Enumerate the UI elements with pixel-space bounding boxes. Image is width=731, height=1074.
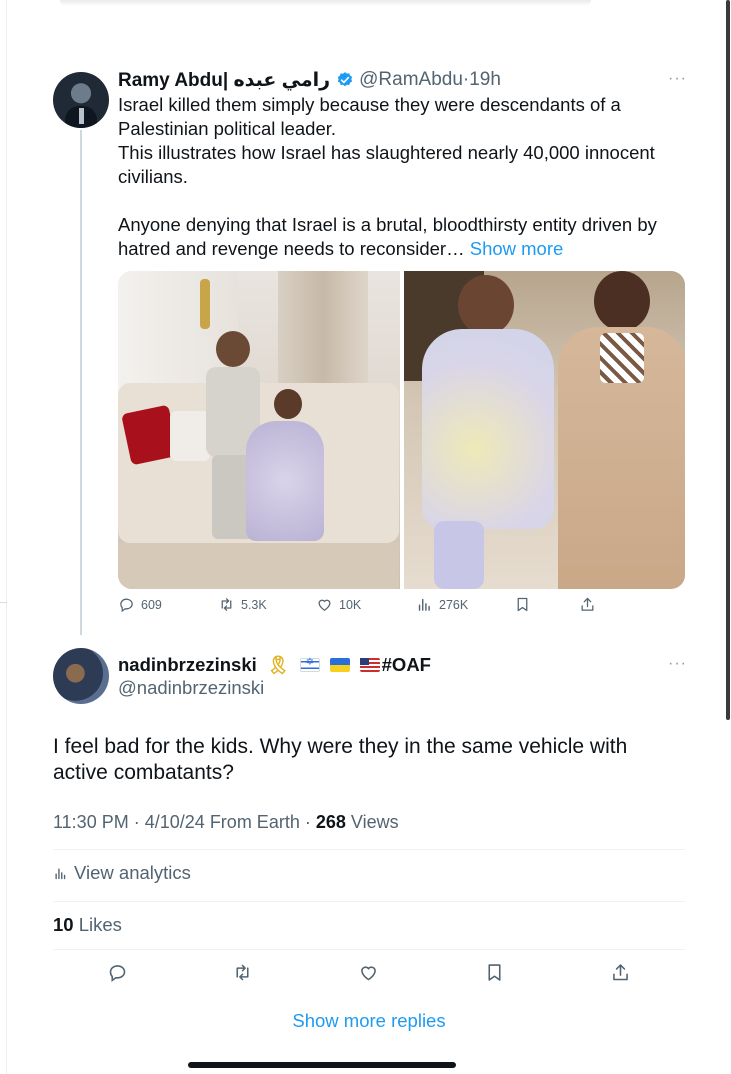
handle[interactable]: @RamAbdu — [359, 69, 463, 91]
bookmark-icon[interactable] — [484, 962, 505, 983]
likes-label: Likes — [78, 914, 122, 935]
photo-girl1-dress — [421, 329, 554, 529]
tweet-source: From Earth — [209, 812, 300, 832]
display-name[interactable]: nadinbrzezinski — [118, 654, 257, 676]
photo-girl1-legs — [433, 521, 484, 589]
tweet-text-line: Israel killed them simply because they w… — [118, 94, 621, 139]
reply-actions — [53, 962, 685, 986]
tweet-actions: 609 5.3K 10K 276K — [118, 596, 598, 620]
views-label: Views — [350, 812, 399, 832]
analytics-icon — [55, 867, 66, 879]
us-flag-icon — [359, 658, 380, 672]
name-suffix: #OAF — [381, 654, 431, 675]
views-icon — [418, 598, 430, 611]
photo-white-pillow — [170, 411, 210, 461]
tweet-text-line: This illustrates how Israel has slaughte… — [118, 142, 655, 187]
like-icon — [318, 599, 331, 611]
previous-card-shadow — [60, 0, 591, 6]
reply-icon — [120, 598, 133, 613]
divider — [53, 949, 685, 950]
timestamp[interactable]: 19h — [469, 69, 501, 91]
repost-count: 5.3K — [241, 597, 267, 612]
tweet-time[interactable]: 11:30 PM — [53, 812, 129, 832]
display-name[interactable]: Ramy Abdu| رامي عبده — [118, 69, 330, 92]
israel-flag-icon — [299, 657, 320, 672]
reply-text: I feel bad for the kids. Why were they i… — [53, 735, 628, 784]
like-icon[interactable] — [358, 962, 379, 983]
verified-badge-icon — [337, 72, 353, 87]
tweet-date[interactable]: 4/10/24 — [145, 812, 205, 832]
photo-girl2-scarf — [599, 333, 644, 383]
photo-children-sofa[interactable] — [118, 271, 400, 589]
share-icon[interactable] — [610, 962, 631, 983]
share-icon — [581, 597, 594, 611]
more-options-icon[interactable]: ··· — [668, 655, 687, 673]
photo-lamp — [200, 279, 210, 329]
reply-author-name: nadinbrzezinski 🎗 #OAF — [118, 654, 431, 676]
tweet-metadata: 11:30 PM · 4/10/24 From Earth · 268 View… — [53, 812, 399, 833]
home-indicator[interactable] — [188, 1062, 456, 1068]
separator-dot: · — [133, 812, 145, 832]
tweet-header: Ramy Abdu| رامي عبده @RamAbdu · 19h — [118, 68, 501, 92]
photo-children-closeup[interactable] — [403, 271, 685, 589]
avatar-tie — [79, 108, 84, 124]
like-button[interactable]: 10K — [316, 596, 361, 613]
likes-summary[interactable]: 10 Likes — [53, 914, 122, 936]
photo-floor — [118, 543, 399, 589]
repost-icon[interactable] — [232, 962, 253, 983]
ukraine-flag-icon — [329, 658, 350, 672]
bookmark-button[interactable] — [514, 596, 531, 613]
views-count: 268 — [315, 812, 346, 832]
column-border — [6, 0, 7, 1074]
reply-count: 609 — [141, 597, 162, 612]
bookmark-icon — [517, 597, 528, 612]
tweet-text-line: Anyone denying that Israel is a brutal, … — [118, 213, 678, 261]
thread-connector-line — [80, 130, 82, 635]
reply-button[interactable]: 609 — [118, 596, 162, 613]
view-analytics-label: View analytics — [74, 862, 191, 883]
tweet-text-paragraph: Anyone denying that Israel is a brutal, … — [118, 214, 657, 259]
view-analytics-button[interactable]: View analytics — [53, 862, 191, 884]
like-count: 10K — [339, 597, 362, 612]
ribbon-icon: 🎗 — [266, 654, 290, 676]
photo-boy-head — [216, 331, 250, 367]
photo-girl2-head — [593, 271, 650, 331]
tweet-text: Israel killed them simply because they w… — [118, 93, 678, 261]
handle[interactable]: @nadinbrzezinski — [118, 677, 264, 699]
views-count: 276K — [439, 597, 469, 612]
views-button[interactable]: 276K — [416, 596, 468, 613]
avatar-nadinbrzezinski[interactable] — [53, 648, 109, 704]
show-more-link[interactable]: Show more — [470, 238, 564, 259]
photo-girl-dress — [246, 421, 324, 541]
photo-girl1-head — [457, 275, 514, 335]
separator-dot: · — [304, 812, 316, 832]
scrollbar[interactable] — [726, 0, 730, 720]
divider-tick — [0, 602, 7, 603]
tweet-media[interactable] — [118, 271, 685, 589]
avatar-ramy-abdu[interactable] — [53, 72, 109, 128]
more-options-icon[interactable]: ··· — [668, 70, 687, 88]
photo-girl-head — [274, 389, 302, 419]
repost-icon — [221, 598, 232, 611]
share-button[interactable] — [579, 596, 596, 613]
likes-count: 10 — [53, 914, 74, 935]
divider — [53, 849, 685, 850]
repost-button[interactable]: 5.3K — [218, 596, 267, 613]
show-more-replies-link[interactable]: Show more replies — [53, 1010, 685, 1032]
reply-icon[interactable] — [107, 962, 128, 983]
divider — [53, 901, 685, 902]
